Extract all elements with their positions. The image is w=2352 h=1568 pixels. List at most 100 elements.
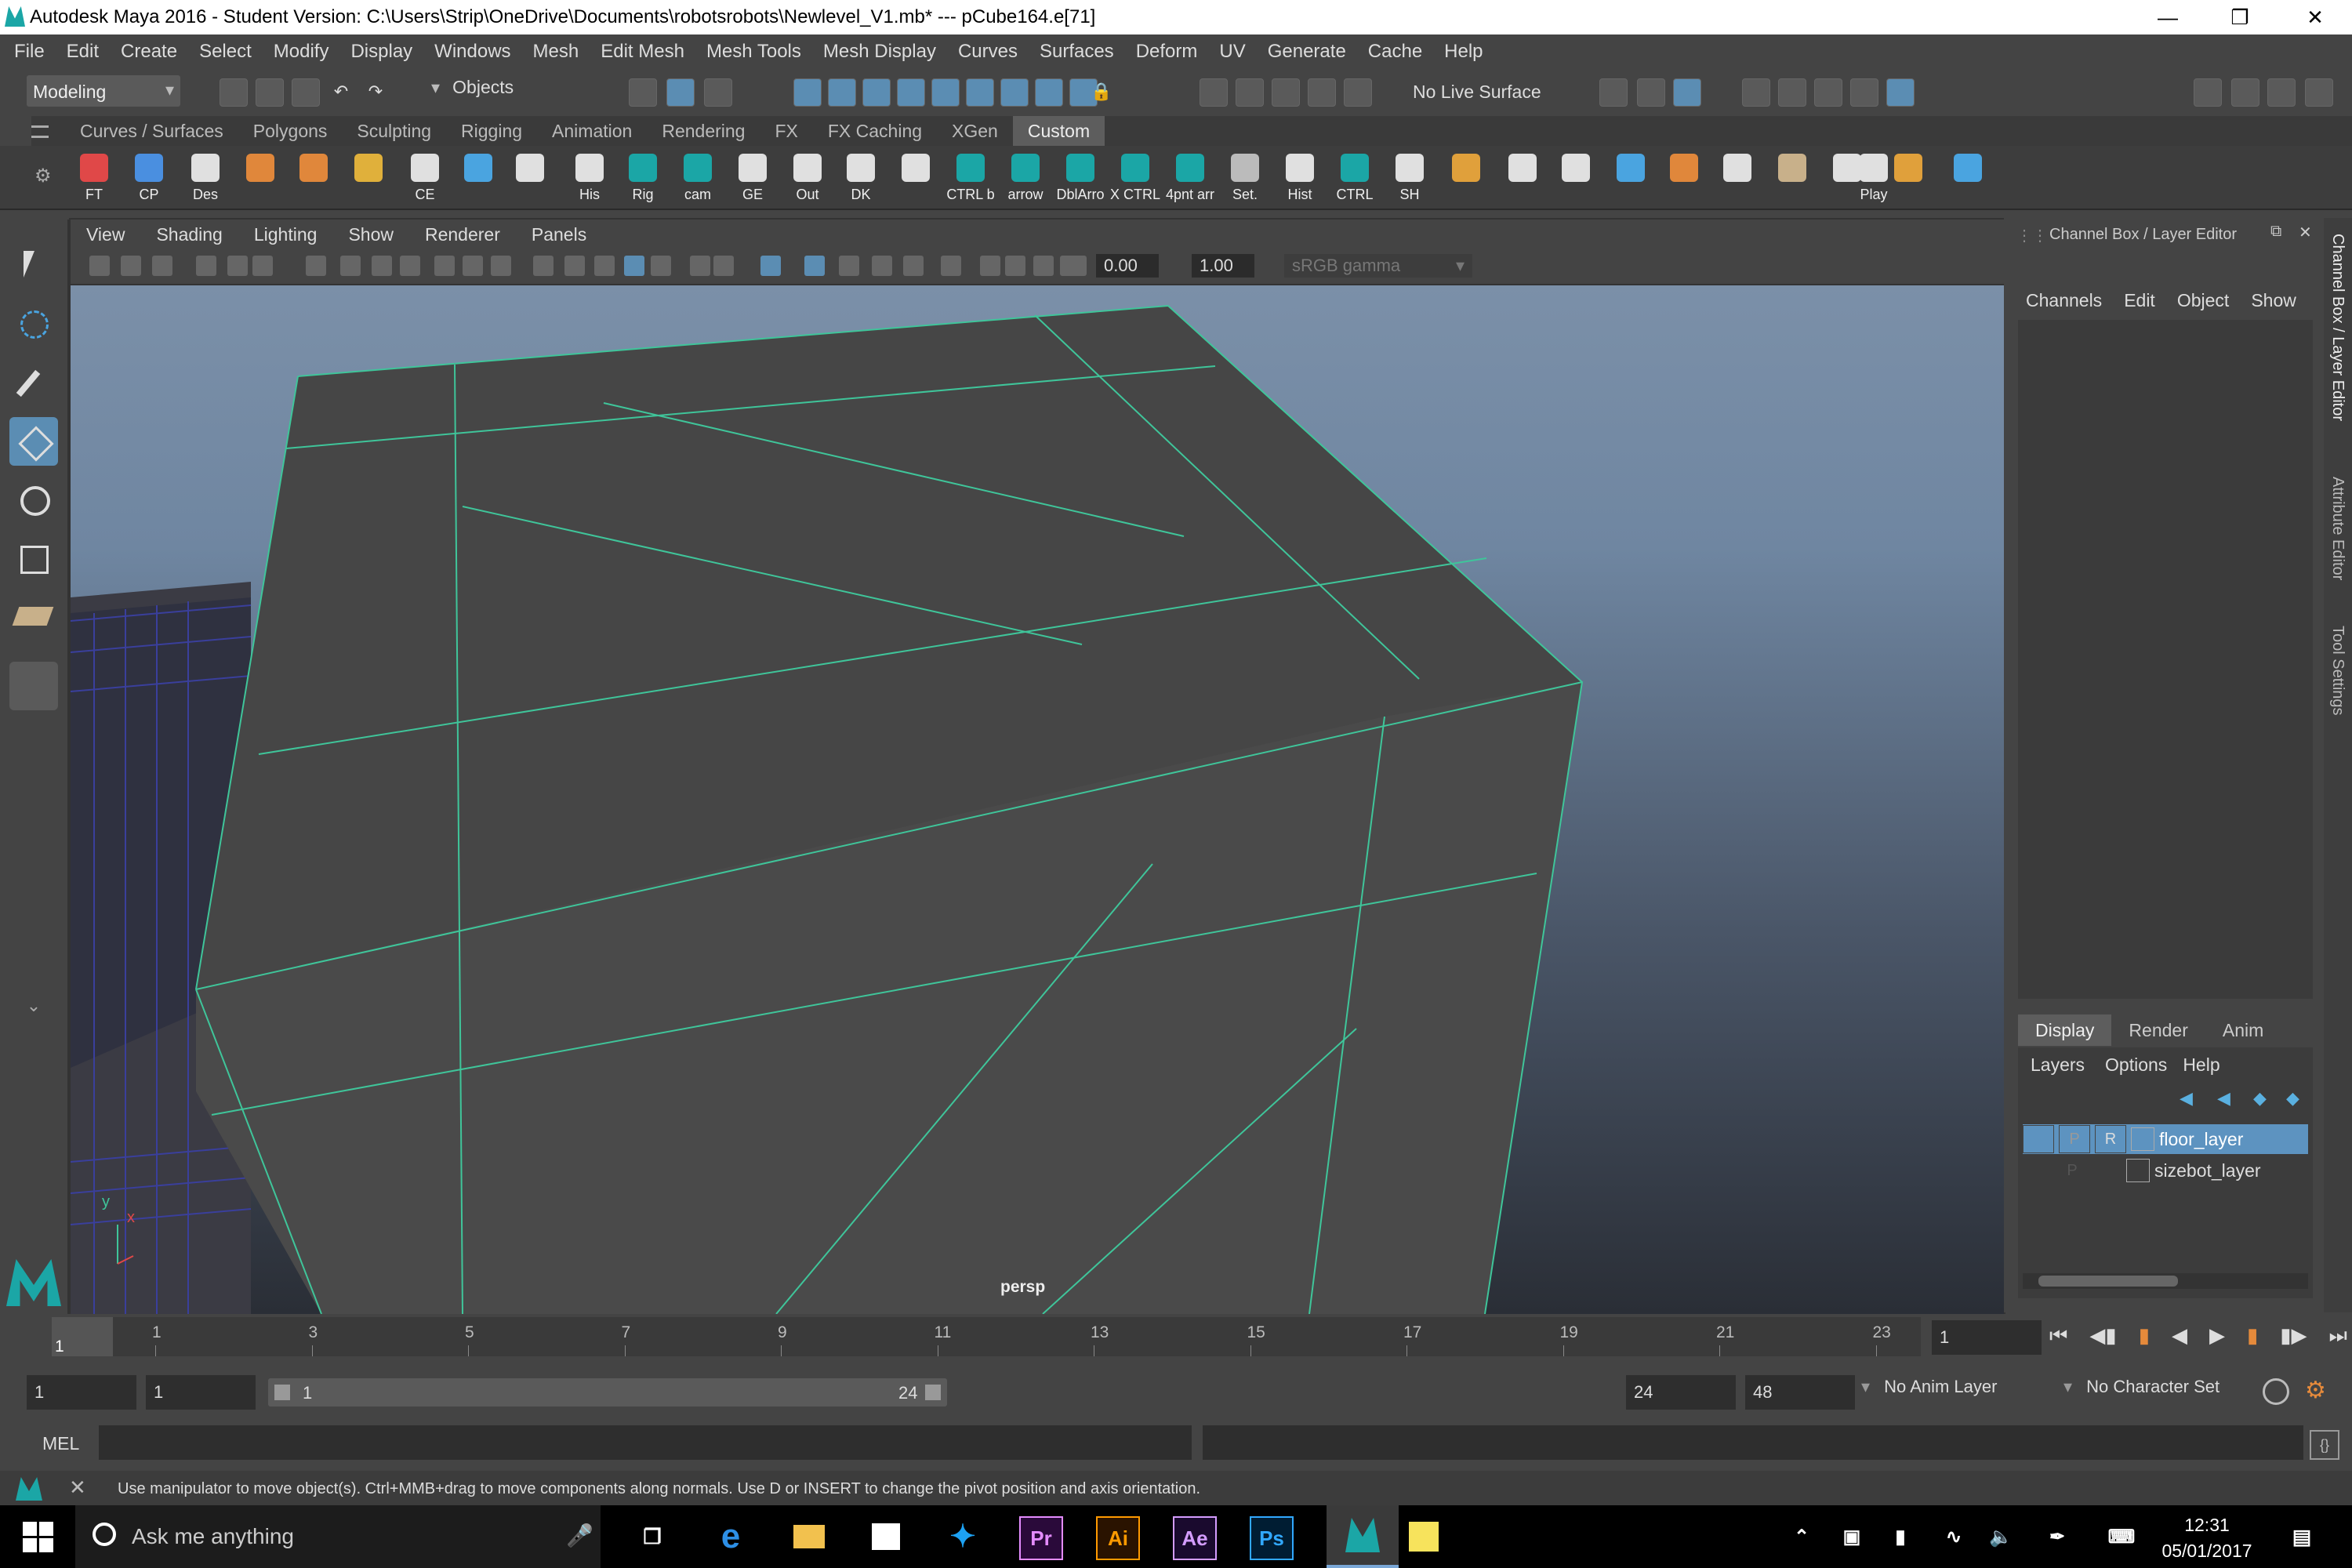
shelf-menu-icon[interactable] — [31, 125, 49, 138]
snap-to-point-icon[interactable] — [1272, 78, 1300, 107]
help-line-close-icon[interactable]: ✕ — [69, 1475, 86, 1500]
menu-deform[interactable]: Deform — [1125, 41, 1209, 63]
undo-icon[interactable]: ↶ — [328, 78, 354, 105]
shelf-button-6[interactable]: CE — [401, 151, 448, 207]
shelf-button-20[interactable]: 4pnt arr — [1166, 151, 1214, 207]
shelf-button-35[interactable] — [1944, 151, 1991, 207]
viewport-menu-lighting[interactable]: Lighting — [238, 224, 333, 245]
shelf-tab-xgen[interactable]: XGen — [937, 116, 1013, 146]
channels-menu[interactable]: Channels — [2004, 290, 2113, 311]
layer-horizontal-scrollbar[interactable] — [2023, 1273, 2308, 1289]
menu-windows[interactable]: Windows — [423, 41, 521, 63]
side-tab-tool-settings[interactable]: Tool Settings — [2328, 626, 2347, 716]
command-language-label[interactable]: MEL — [42, 1433, 79, 1454]
four-view-layout-icon[interactable] — [9, 718, 58, 767]
layer-display-type-toggle[interactable] — [2092, 1157, 2122, 1184]
shelf-tab-rendering[interactable]: Rendering — [647, 116, 760, 146]
color-space-dropdown[interactable]: sRGB gamma ▾ — [1284, 254, 1472, 278]
shelf-tab-custom[interactable]: Custom — [1012, 116, 1105, 146]
viewport-tool-icon[interactable] — [980, 256, 1000, 276]
range-end-handle[interactable] — [925, 1385, 941, 1400]
viewport-tool-icon[interactable] — [651, 256, 671, 276]
layer-visibility-toggle[interactable] — [2023, 1157, 2053, 1184]
shelf-tab-fx-caching[interactable]: FX Caching — [813, 116, 937, 146]
shelf-tab-curves-surfaces[interactable]: Curves / Surfaces — [31, 116, 238, 146]
live-surface-label[interactable]: No Live Surface — [1413, 82, 1541, 103]
twitter-icon[interactable]: ✦ — [942, 1516, 983, 1557]
store-icon[interactable] — [866, 1516, 906, 1557]
selected-cube[interactable] — [195, 304, 1584, 1314]
menu-mesh-display[interactable]: Mesh Display — [812, 41, 947, 63]
viewport-tool-icon[interactable] — [564, 256, 585, 276]
viewport-tool-icon[interactable] — [306, 256, 326, 276]
pen-icon[interactable]: ✒ — [2037, 1516, 2078, 1557]
after-effects-icon[interactable]: Ae — [1173, 1516, 1217, 1560]
new-layer-icon[interactable]: ◆ — [2253, 1088, 2275, 1110]
viewport-menu-view[interactable]: View — [71, 224, 140, 245]
shelf-button-11[interactable]: cam — [674, 151, 721, 207]
shelf-button-1[interactable]: CP — [125, 151, 172, 207]
attribute-editor-toggle-icon[interactable] — [2267, 78, 2296, 107]
drag-handle-icon[interactable]: ⋮⋮ — [2016, 226, 2048, 245]
snap-view-plane-icon[interactable] — [897, 78, 925, 107]
viewport-tool-icon[interactable] — [624, 256, 644, 276]
scrollbar-thumb[interactable] — [2038, 1276, 2178, 1287]
shelf-button-34[interactable] — [1885, 151, 1932, 207]
tab-anim[interactable]: Anim — [2205, 1014, 2281, 1046]
range-start-handle[interactable] — [274, 1385, 290, 1400]
rotate-tool-icon[interactable] — [9, 475, 58, 524]
maya-taskbar-icon[interactable] — [1327, 1505, 1399, 1568]
tab-render[interactable]: Render — [2111, 1014, 2205, 1046]
viewport-tool-icon[interactable] — [152, 256, 172, 276]
time-slider-track[interactable]: 1 1 3 5 7 9 11 13 15 17 19 21 23 — [52, 1317, 1921, 1356]
step-forward-frame-icon[interactable]: ▮ — [2247, 1323, 2258, 1355]
go-to-end-icon[interactable]: ⏭ — [2329, 1323, 2347, 1355]
input-ops-icon[interactable] — [1599, 78, 1628, 107]
snap-point-icon[interactable] — [862, 78, 891, 107]
layout-icon[interactable] — [2231, 78, 2259, 107]
shelf-button-31[interactable] — [1769, 151, 1816, 207]
shelf-tab-polygons[interactable]: Polygons — [238, 116, 343, 146]
layer-playback-toggle[interactable]: P — [2057, 1157, 2087, 1184]
viewport-tool-icon[interactable] — [196, 256, 216, 276]
render-view-icon[interactable] — [1850, 78, 1878, 107]
volume-icon[interactable]: 🔈 — [1980, 1516, 2021, 1557]
snap-to-surface-icon[interactable] — [1344, 78, 1372, 107]
save-scene-icon[interactable] — [292, 78, 320, 107]
close-button[interactable]: ✕ — [2280, 0, 2350, 34]
menu-file[interactable]: File — [0, 41, 56, 63]
channel-box-mode-icons[interactable] — [2227, 256, 2289, 279]
select-by-component-icon[interactable] — [704, 78, 732, 107]
menu-edit[interactable]: Edit — [56, 41, 110, 63]
time-slider[interactable]: 1 1 3 5 7 9 11 13 15 17 19 21 23 1 ⏮ ◀▮ ▮ ◀ ▶ ▮ ▮▶ … — [0, 1314, 2352, 1364]
help-menu[interactable]: Help — [2175, 1054, 2227, 1076]
new-scene-icon[interactable] — [220, 78, 248, 107]
layer-color-swatch[interactable] — [2126, 1159, 2150, 1182]
viewport-tool-icon[interactable] — [372, 256, 392, 276]
single-perspective-layout-icon[interactable] — [9, 662, 58, 710]
snap-surface-icon[interactable] — [931, 78, 960, 107]
layer-row-sizebot[interactable]: P sizebot_layer — [2023, 1156, 2308, 1185]
move-tool-icon[interactable] — [9, 417, 58, 466]
shelf-button-18[interactable]: DblArro — [1056, 151, 1105, 207]
shelf-button-17[interactable]: arrow — [1002, 151, 1049, 207]
viewport-menu-renderer[interactable]: Renderer — [409, 224, 516, 245]
shelf-tab-rigging[interactable]: Rigging — [446, 116, 537, 146]
ipr-render-icon[interactable] — [1814, 78, 1842, 107]
shelf-button-14[interactable]: DK — [837, 151, 884, 207]
layer-visibility-toggle[interactable] — [2023, 1125, 2054, 1153]
battery-icon[interactable]: ▮ — [1880, 1516, 1921, 1557]
edge-browser-icon[interactable]: e — [710, 1516, 751, 1557]
shelf-button-4[interactable] — [290, 151, 337, 207]
outliner-layout-icon[interactable] — [9, 773, 58, 822]
range-slider[interactable]: 1 24 — [268, 1378, 947, 1406]
shelf-button-9[interactable]: His — [566, 151, 613, 207]
soft-select-icon[interactable] — [1200, 78, 1228, 107]
command-input[interactable] — [99, 1425, 1192, 1460]
shelf-button-30[interactable] — [1714, 151, 1761, 207]
restore-button[interactable]: ❐ — [2205, 0, 2275, 34]
shelf-settings-icon[interactable]: ⚙ — [34, 165, 52, 187]
layer-name[interactable]: floor_layer — [2159, 1129, 2243, 1150]
minimize-button[interactable]: — — [2132, 0, 2203, 34]
auto-key-icon[interactable] — [2263, 1378, 2289, 1405]
